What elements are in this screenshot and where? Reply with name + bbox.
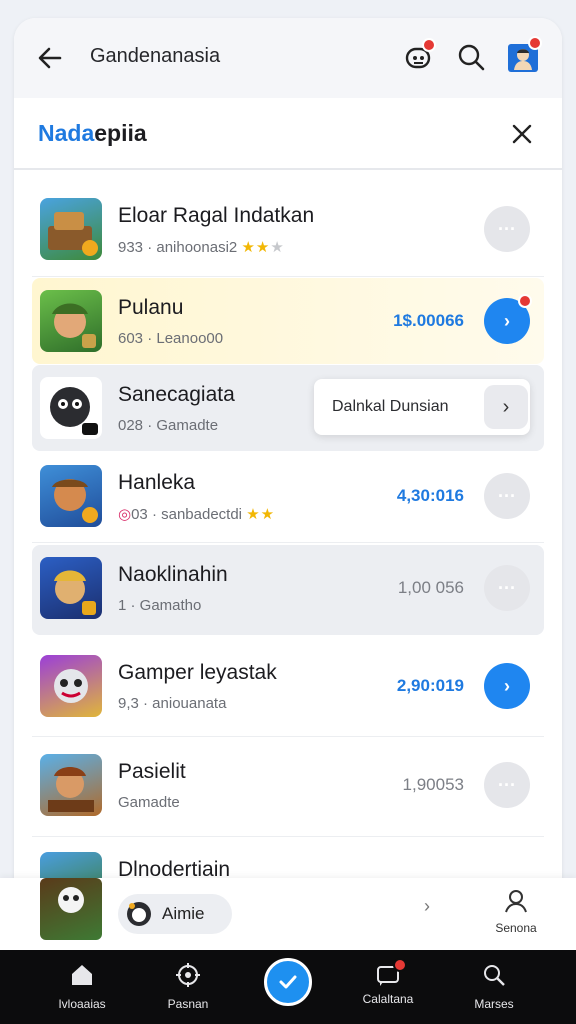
nav-item-home[interactable]: Ivloaaias [42,962,122,1011]
divider [32,736,544,737]
bottom-navigation: Ivloaaias Pasnan Calaltana Marses [0,950,576,1024]
user-chip[interactable]: Aimie [118,894,232,934]
item-meta-text: 933 · anihoonasi2 [118,239,238,256]
section-title-rest: epiia [94,120,147,146]
item-price: 1,90053 [402,775,464,794]
item-meta: 603 · Leanoo00 [118,330,224,347]
list-item[interactable]: Pasielit Gamadte 1,90053 ··· [32,742,544,828]
nav-item-search[interactable]: Marses [454,962,534,1011]
item-meta: 028 · Gamadte [118,417,219,434]
item-meta: 933 · anihoonasi2 ★★★ [118,238,285,256]
game-thumbnail [40,557,102,619]
item-title: Pulanu [118,296,184,319]
context-popup[interactable]: Dalnkal Dunsian › [314,379,530,435]
nav-item-messages[interactable]: Calaltana [348,958,428,1006]
item-title: Pasielit [118,760,186,783]
side-tab-label: Senona [495,921,537,935]
mini-player-panel: Aimie › Senona [0,878,576,950]
rating-stars: ★★ [246,506,276,523]
notification-badge [393,958,407,972]
nav-label: Marses [474,997,514,1011]
home-icon [72,965,92,985]
section-title-accent: Nada [38,120,95,146]
main-card: Gandenanasia Nadaepiia Eloar Ragal Indat… [14,18,562,1024]
nav-label: Pasnan [167,997,209,1011]
section-title: Nadaepiia [38,120,147,147]
page-title: Gandenanasia [90,45,221,67]
chip-label: Aimie [162,904,205,923]
game-thumbnail [40,377,102,439]
notification-badge [518,294,532,308]
list-item[interactable]: Hanleka ◎03 · sanbadectdi ★★ 4,30:016 ··… [32,453,544,539]
more-options-button[interactable]: ··· [484,473,530,519]
item-meta: 1 · Gamatho [118,597,202,614]
popup-chevron-button[interactable]: › [484,385,528,429]
mini-thumbnail [40,878,102,940]
list-item[interactable]: Pulanu 603 · Leanoo00 1$.00066 › [32,278,544,364]
mascot-icon [127,902,151,926]
game-thumbnail [40,754,102,816]
close-icon[interactable] [508,120,536,148]
item-title: Sanecagiata [118,383,235,406]
item-meta: Gamadte [118,794,180,811]
primary-action-button[interactable] [264,958,312,1006]
stars-on: ★★ [241,239,271,256]
game-thumbnail [40,290,102,352]
item-title: Eloar Ragal Indatkan [118,204,315,227]
game-thumbnail [40,655,102,717]
open-item-button[interactable]: › [484,294,532,344]
item-price: 1$.00066 [393,311,464,330]
open-item-button[interactable]: › [484,663,530,709]
game-thumbnail [40,198,102,260]
item-meta: 9,3 · aniouanata [118,695,227,712]
list-item[interactable]: Sanecagiata 028 · Gamadte Dalnkal Dunsia… [32,365,544,451]
divider [32,542,544,543]
divider [32,276,544,277]
nav-label: Calaltana [362,992,414,1006]
item-title: Hanleka [118,471,196,494]
settings-icon [176,963,200,987]
back-arrow-icon[interactable] [34,42,66,74]
search-icon [484,965,505,986]
more-options-button[interactable]: ··· [484,762,530,808]
item-price: 2,90:019 [396,676,464,695]
item-price: 1,00 056 [397,578,464,597]
list-item[interactable]: Eloar Ragal Indatkan 933 · anihoonasi2 ★… [32,186,544,272]
more-options-button[interactable]: ··· [484,565,530,611]
divider [32,836,544,837]
heart-icon: ◎ [118,506,132,523]
nav-label: Ivloaaias [58,997,106,1011]
item-meta: ◎03 · sanbadectdi ★★ [118,505,275,523]
search-icon[interactable] [454,40,488,74]
notification-badge [422,38,436,52]
chevron-right-icon[interactable]: › [424,896,430,917]
user-icon [505,890,527,913]
profile-avatar-button[interactable] [506,36,542,74]
nav-item-explore[interactable]: Pasnan [148,962,228,1011]
check-icon [279,975,297,989]
side-tab[interactable]: Senona [490,888,542,935]
item-price: 4,30:016 [396,486,464,505]
item-title: Gamper leyastak [118,661,277,684]
item-title: Naoklinahin [118,563,228,586]
robot-button[interactable] [402,38,436,74]
stars-off: ★ [270,239,285,256]
notification-badge [528,36,542,50]
more-options-button[interactable]: ··· [484,206,530,252]
list-item[interactable]: Gamper leyastak 9,3 · aniouanata 2,90:01… [32,643,544,729]
section-header: Nadaepiia [14,98,562,170]
game-thumbnail [40,465,102,527]
item-meta-text: 03 · sanbadectdi [131,506,243,523]
rating-stars: ★★★ [241,239,284,256]
top-bar: Gandenanasia [14,18,562,98]
popup-label: Dalnkal Dunsian [332,398,449,415]
chevron-right-icon: › [504,310,510,331]
list-item[interactable]: Naoklinahin 1 · Gamatho 1,00 056 ··· [32,545,544,635]
